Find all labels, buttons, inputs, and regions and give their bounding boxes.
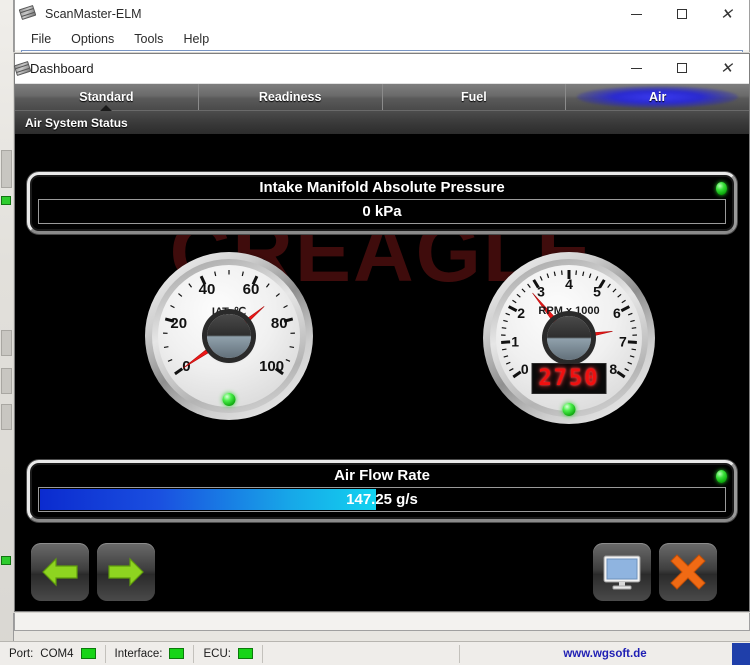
status-interface-label: Interface:	[114, 647, 163, 660]
app-title: ScanMaster-ELM	[45, 7, 142, 21]
dashboard-chip-icon	[13, 60, 32, 77]
air-flow-rate-value-box: 147.25 g/s	[38, 487, 726, 512]
dashboard-tabbar: Standard Readiness Fuel Air	[15, 84, 749, 111]
menu-item-help[interactable]: Help	[175, 30, 217, 48]
svg-text:4: 4	[565, 276, 573, 292]
status-ecu: ECU:	[194, 644, 263, 663]
svg-text:5: 5	[593, 284, 601, 300]
intake-manifold-pressure-panel: Intake Manifold Absolute Pressure 0 kPa	[27, 172, 737, 234]
air-flow-rate-bar	[40, 489, 377, 510]
status-website-link[interactable]: www.wgsoft.de	[460, 648, 750, 660]
sliver-led	[1, 196, 11, 205]
dashboard-window-controls: ✕	[614, 54, 749, 82]
rpm-digital-value: 2750	[538, 366, 600, 391]
rpm-gauge-hub	[547, 316, 591, 360]
svg-text:1: 1	[511, 333, 519, 349]
dashboard-maximize-button[interactable]	[659, 54, 704, 82]
arrow-left-icon	[42, 557, 78, 587]
menu-item-tools[interactable]: Tools	[126, 30, 171, 48]
tab-standard[interactable]: Standard	[15, 84, 199, 111]
screen: ScanMaster-ELM ✕ File Options Tools Help…	[0, 0, 750, 665]
dashboard-title: Dashboard	[30, 61, 94, 76]
desktop-corner	[732, 643, 750, 665]
maximize-button[interactable]	[659, 0, 704, 28]
section-title-bar: Air System Status	[15, 110, 749, 134]
sliver-strip	[1, 368, 12, 394]
tab-fuel[interactable]: Fuel	[383, 84, 567, 110]
tab-air[interactable]: Air	[566, 84, 749, 110]
app-chip-icon	[18, 4, 38, 21]
dashboard-title-bar: Dashboard ✕	[13, 54, 749, 84]
dashboard-minimize-button[interactable]	[614, 54, 659, 82]
svg-text:0: 0	[521, 361, 529, 377]
tab-readiness-label: Readiness	[258, 90, 322, 104]
sliver-led	[1, 556, 11, 565]
tab-fuel-label: Fuel	[461, 90, 487, 104]
dashboard-body: CREAGLE Intake Manifold Absolute Pressur…	[15, 158, 749, 611]
svg-text:0: 0	[182, 358, 190, 375]
status-bar: Port: COM4 Interface: ECU: www.wgsoft.de	[0, 641, 750, 665]
rpm-gauge-led-icon	[562, 403, 576, 416]
intake-manifold-pressure-value: 0 kPa	[362, 203, 402, 220]
rpm-digital-display: 2750	[531, 363, 607, 394]
main-window-controls: ✕	[614, 0, 749, 28]
rpm-gauge-bezel: 012345678 RPM x 1000 2750	[483, 252, 655, 424]
sliver-strip	[1, 330, 12, 356]
status-port-led-icon	[80, 648, 96, 659]
status-port-value: COM4	[40, 647, 74, 660]
dashboard-window: Dashboard ✕ Standard Readiness Fuel Air	[13, 53, 750, 612]
svg-text:100: 100	[259, 358, 284, 375]
status-ecu-label: ECU:	[203, 647, 231, 660]
svg-text:40: 40	[199, 281, 216, 298]
arrow-right-icon	[108, 557, 144, 587]
iat-gauge: 0 20 40 60 80 100 IAT, ℃	[145, 252, 313, 420]
previous-page-button[interactable]	[31, 543, 89, 601]
status-interface-led-icon	[169, 648, 185, 659]
tab-air-label: Air	[648, 90, 667, 104]
air-flow-rate-value: 147.25 g/s	[346, 491, 418, 508]
main-title-bar: ScanMaster-ELM ✕	[15, 0, 749, 28]
svg-text:7: 7	[619, 333, 627, 349]
iat-gauge-led-icon	[222, 393, 236, 406]
cross-icon	[670, 554, 706, 590]
svg-text:8: 8	[609, 361, 617, 377]
status-port: Port: COM4	[0, 644, 106, 663]
status-spacer	[263, 644, 460, 663]
minimize-button[interactable]	[614, 0, 659, 28]
menu-bar: File Options Tools Help	[15, 28, 749, 50]
intake-manifold-pressure-value-box: 0 kPa	[38, 199, 726, 224]
svg-text:3: 3	[537, 284, 545, 300]
menu-item-options[interactable]: Options	[63, 30, 122, 48]
background-window-sliver	[0, 0, 14, 665]
intake-manifold-pressure-title: Intake Manifold Absolute Pressure	[259, 179, 505, 196]
air-flow-rate-title: Air Flow Rate	[334, 467, 430, 484]
status-port-label: Port:	[9, 647, 34, 660]
rpm-gauge: 012345678 RPM x 1000 2750	[483, 252, 655, 424]
close-button[interactable]: ✕	[704, 0, 749, 28]
intake-manifold-status-led-icon	[716, 182, 727, 195]
svg-text:60: 60	[243, 281, 260, 298]
tab-caret-icon	[100, 105, 113, 111]
iat-gauge-bezel: 0 20 40 60 80 100 IAT, ℃	[145, 252, 313, 420]
air-flow-rate-panel: Air Flow Rate 147.25 g/s	[27, 460, 737, 522]
status-ecu-led-icon	[237, 648, 253, 659]
iat-gauge-hub	[207, 314, 251, 358]
section-title: Air System Status	[25, 115, 128, 130]
monitor-button[interactable]	[593, 543, 651, 601]
dashboard-close-button[interactable]: ✕	[704, 54, 749, 82]
next-page-button[interactable]	[97, 543, 155, 601]
sliver-strip	[1, 150, 12, 188]
air-flow-status-led-icon	[716, 470, 727, 483]
menu-item-file[interactable]: File	[23, 30, 59, 48]
status-interface: Interface:	[106, 644, 195, 663]
sliver-strip	[1, 404, 12, 430]
monitor-icon	[603, 555, 641, 590]
tab-standard-label: Standard	[79, 90, 134, 104]
tab-readiness[interactable]: Readiness	[199, 84, 383, 110]
close-dashboard-button[interactable]	[659, 543, 717, 601]
